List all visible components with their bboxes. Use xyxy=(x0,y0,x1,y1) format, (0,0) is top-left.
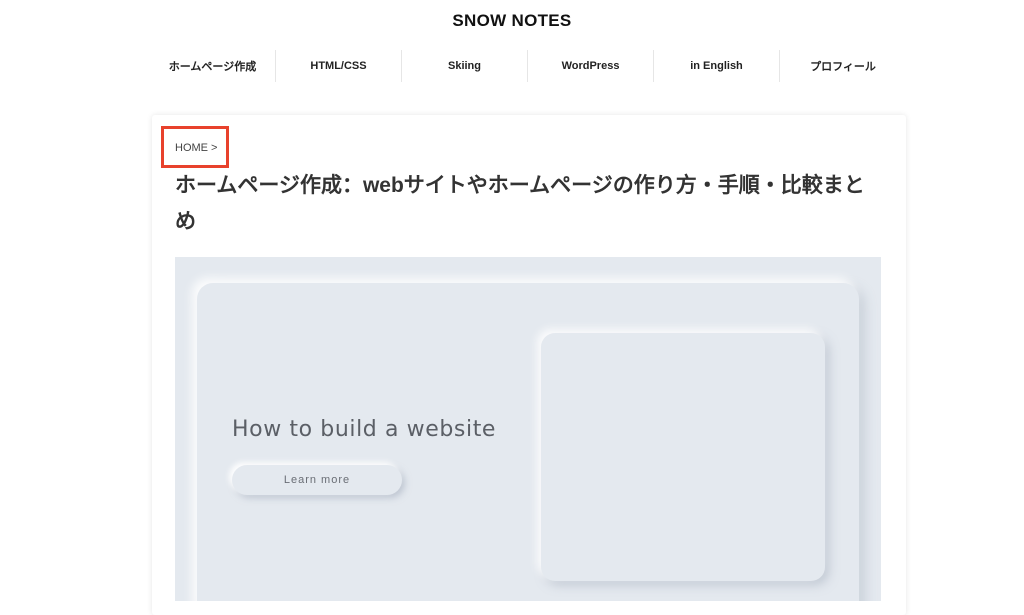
site-title[interactable]: SNOW NOTES xyxy=(0,11,1024,31)
hero-image: How to build a website Learn more xyxy=(175,257,881,601)
hero-heading: How to build a website xyxy=(232,417,497,442)
nav-item-profile[interactable]: プロフィール xyxy=(780,50,906,82)
global-nav: ホームページ作成 HTML/CSS Skiing WordPress in En… xyxy=(150,50,906,82)
hero-placeholder-box xyxy=(541,333,825,581)
breadcrumb-home-link[interactable]: HOME > xyxy=(175,142,217,154)
nav-item-html-css[interactable]: HTML/CSS xyxy=(276,50,402,82)
page-title: ホームページ作成：webサイトやホームページの作り方・手順・比較まとめ xyxy=(175,174,865,233)
nav-item-homepage-creation[interactable]: ホームページ作成 xyxy=(150,50,276,82)
nav-item-wordpress[interactable]: WordPress xyxy=(528,50,654,82)
nav-item-in-english[interactable]: in English xyxy=(654,50,780,82)
learn-more-button: Learn more xyxy=(232,465,402,495)
nav-item-skiing[interactable]: Skiing xyxy=(402,50,528,82)
